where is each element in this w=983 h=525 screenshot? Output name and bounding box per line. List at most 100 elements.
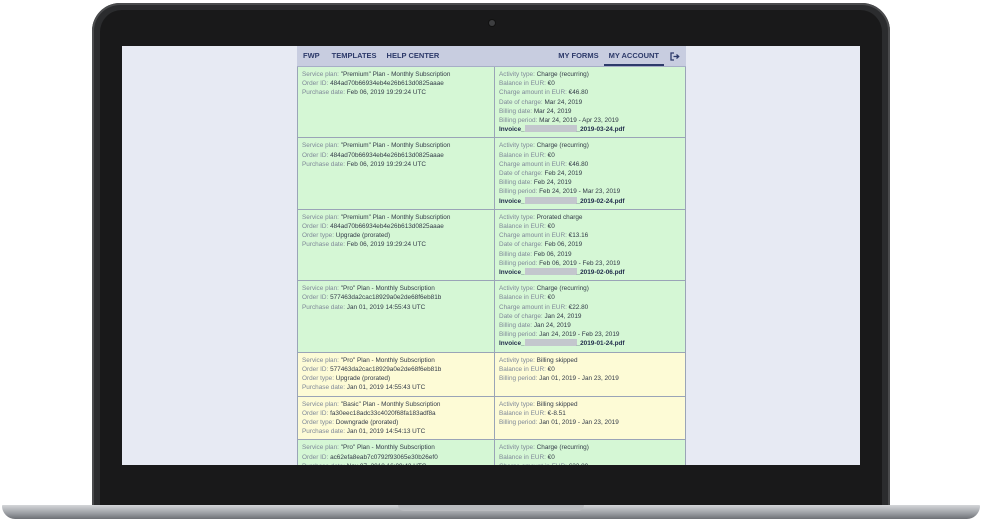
service-plan: Service plan: "Pro" Plan - Monthly Subsc… [302,284,490,293]
nav-my-account[interactable]: MY ACCOUNT [603,46,664,66]
charge-amount-value: €22.80 [569,463,589,465]
purchase-date-value: Feb 06, 2019 19:29:24 UTC [346,160,427,168]
invoice-link[interactable]: Invoice_ _2019-01-24.pdf [499,339,681,348]
order-type-value: Upgrade (prorated) [335,232,391,240]
charge-amount-value: €13.16 [568,232,589,240]
balance: Balance in EUR: €0 [499,222,681,231]
service-plan: Service plan: "Premium" Plan - Monthly S… [302,141,490,150]
date-of-charge-value: Mar 24, 2019 [544,98,583,106]
activity-details: Activity type: Charge (recurring) Balance… [495,281,685,351]
activity-type-label: Activity type: [499,142,535,150]
date-of-charge-value: Jan 24, 2019 [544,312,582,320]
order-id: Order ID: 484ad70b66934eb4e26b613d0825aa… [302,151,490,160]
balance-label: Balance in EUR: [499,365,546,373]
screen: FWP TEMPLATES HELP CENTER MY FORMS MY AC… [122,46,860,465]
billing-period: Billing period: Feb 06, 2019 - Feb 23, 2… [499,259,681,268]
nav-brand[interactable]: FWP [297,46,327,66]
service-plan: Service plan: "Premium" Plan - Monthly S… [302,213,490,222]
date-of-charge: Date of charge: Mar 24, 2019 [499,98,681,107]
activity-type-value: Charge (recurring) [536,142,589,150]
purchase-date-label: Purchase date: [302,303,345,311]
activity-type-value: Billing skipped [536,356,578,364]
billing-history-list: Service plan: "Premium" Plan - Monthly S… [297,67,686,465]
nav-my-forms[interactable]: MY FORMS [553,46,603,66]
invoice-suffix: _2019-01-24.pdf [576,340,625,348]
invoice-link[interactable]: Invoice_ _2019-02-24.pdf [499,196,681,206]
purchase-date-value: Nov 07, 2018 16:09:42 UTC [347,463,427,465]
activity-type: Activity type: Prorated charge [499,213,681,222]
activity-type: Activity type: Charge (recurring) [499,284,681,293]
purchase-date: Purchase date: Jan 01, 2019 14:54:13 UTC [302,427,490,436]
service-plan-value: "Pro" Plan - Monthly Subscription [340,285,435,293]
order-id: Order ID: 484ad70b66934eb4e26b613d0825aa… [302,79,490,88]
invoice-prefix: Invoice_ [499,126,525,134]
billing-period-value: Mar 24, 2019 - Apr 23, 2019 [539,117,619,125]
balance-label: Balance in EUR: [499,409,546,417]
billing-period: Billing period: Jan 01, 2019 - Jan 23, 2… [499,374,681,383]
purchase-date-label: Purchase date: [302,89,345,97]
balance-label: Balance in EUR: [499,223,546,231]
order-details: Service plan: "Pro" Plan - Monthly Subsc… [298,352,495,396]
service-plan: Service plan: "Pro" Plan - Monthly Subsc… [302,443,490,452]
balance: Balance in EUR: €-8.51 [499,409,681,418]
billing-period-value: Jan 01, 2019 - Jan 23, 2019 [539,418,619,426]
activity-type-label: Activity type: [499,213,535,221]
order-type-value: Downgrade (prorated) [335,418,399,426]
service-plan-label: Service plan: [302,142,339,150]
order-id-value: 577463da2cac18929a0e2de68f6eb81b [330,294,442,302]
order-details: Service plan: "Basic" Plan - Monthly Sub… [298,396,495,440]
service-plan-label: Service plan: [302,356,339,364]
purchase-date-value: Feb 06, 2019 19:29:24 UTC [346,89,427,97]
billing-date: Billing date: Mar 24, 2019 [499,107,681,116]
order-id-label: Order ID: [302,409,329,417]
table-row: Service plan: "Premium" Plan - Monthly S… [298,138,685,210]
service-plan-label: Service plan: [302,213,339,221]
nav-templates[interactable]: TEMPLATES [327,46,382,66]
service-plan-label: Service plan: [302,285,339,293]
charge-amount-label: Charge amount in EUR: [499,89,567,97]
purchase-date-value: Jan 01, 2019 14:55:43 UTC [346,303,426,311]
order-id-label: Order ID: [302,151,329,159]
billing-period-value: Jan 01, 2019 - Jan 23, 2019 [539,375,619,383]
billing-period-label: Billing period: [499,418,538,426]
redacted-block [524,268,577,276]
invoice-link[interactable]: Invoice_ _2019-02-06.pdf [499,268,681,277]
order-type: Order type: Upgrade (prorated) [302,374,490,383]
purchase-date-value: Feb 06, 2019 19:29:24 UTC [346,241,427,249]
order-id: Order ID: 577463da2cac18929a0e2de68f6eb8… [302,293,490,302]
activity-details: Activity type: Billing skipped Balance in… [495,397,685,440]
charge-amount-label: Charge amount in EUR: [499,303,567,311]
order-type: Order type: Upgrade (prorated) [302,231,490,240]
table-row: Service plan: "Pro" Plan - Monthly Subsc… [298,352,685,397]
balance-label: Balance in EUR: [499,80,546,88]
service-plan-value: "Premium" Plan - Monthly Subscription [340,213,451,221]
activity-type-value: Charge (recurring) [536,71,589,78]
purchase-date: Purchase date: Jan 01, 2019 14:55:43 UTC [302,383,490,392]
billing-date: Billing date: Feb 06, 2019 [499,250,681,259]
billing-date-label: Billing date: [499,322,533,330]
order-id-label: Order ID: [302,80,329,88]
order-details: Service plan: "Premium" Plan - Monthly S… [298,138,495,209]
balance-value: €0 [547,294,555,302]
charge-amount: Charge amount in EUR: €22.80 [499,462,681,465]
date-of-charge-label: Date of charge: [499,241,543,249]
activity-type-value: Billing skipped [536,400,578,408]
date-of-charge-value: Feb 24, 2019 [544,170,583,178]
order-id: Order ID: 577463da2cac18929a0e2de68f6eb8… [302,365,490,374]
balance: Balance in EUR: €0 [499,293,681,302]
purchase-date-label: Purchase date: [302,463,345,465]
charge-amount-value: €22.80 [568,303,589,311]
balance-value: €0 [547,453,555,461]
laptop-notch [398,505,584,511]
invoice-link[interactable]: Invoice_ _2019-03-24.pdf [499,125,681,134]
billing-period-value: Feb 24, 2019 - Mar 23, 2019 [539,188,621,196]
app-window: FWP TEMPLATES HELP CENTER MY FORMS MY AC… [297,46,686,465]
logout-icon[interactable] [664,46,686,66]
billing-period-label: Billing period: [499,259,538,267]
charge-amount: Charge amount in EUR: €46.80 [499,160,681,169]
date-of-charge-label: Date of charge: [499,170,543,178]
billing-period: Billing period: Mar 24, 2019 - Apr 23, 2… [499,116,681,125]
billing-period: Billing period: Jan 01, 2019 - Jan 23, 2… [499,418,681,427]
invoice-suffix: _2019-02-06.pdf [576,269,625,277]
nav-help-center[interactable]: HELP CENTER [382,46,445,66]
